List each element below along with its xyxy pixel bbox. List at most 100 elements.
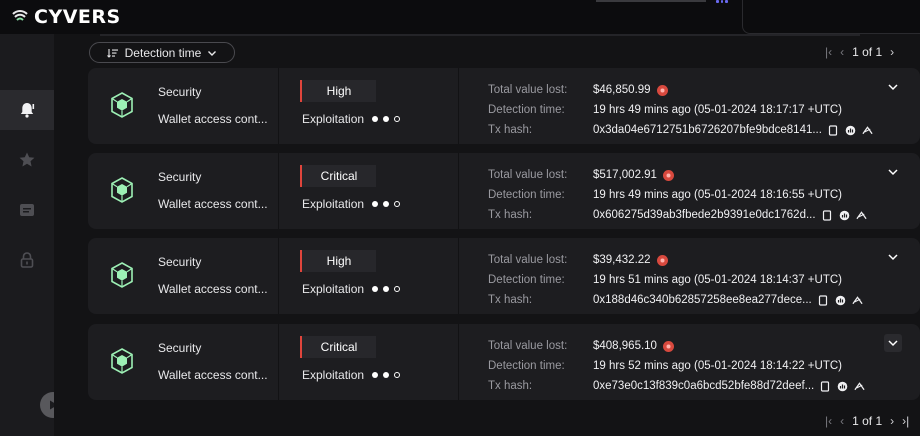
alert-card[interactable]: Security Wallet access cont... High Expl… [88,68,920,144]
detail-labels: Total value lost: Detection time: Tx has… [488,165,567,225]
detail-values: $517,002.91 19 hrs 49 mins ago (05-01-20… [593,165,867,225]
warning-icon [662,169,674,181]
pagination-bottom: |‹ ‹ 1 of 1 › ›| [825,414,909,428]
prev-page-icon[interactable]: ‹ [840,45,844,59]
total-value-lost: $39,432.22 [593,254,651,266]
top-indicator [716,0,729,4]
category-title: Security [158,85,202,99]
category-subtitle: Wallet access cont... [158,112,268,126]
sort-dropdown[interactable]: Detection time [89,42,235,63]
detail-labels: Total value lost: Detection time: Tx has… [488,80,567,140]
lock-icon [20,252,34,268]
chevron-down-icon [888,169,898,176]
attack-phase: Exploitation [302,197,401,211]
alert-category: Security Wallet access cont... [88,238,278,314]
attack-phase: Exploitation [302,282,401,296]
tx-hash-label: Tx hash: [488,380,533,392]
first-page-icon[interactable]: |‹ [825,414,832,428]
tx-hash[interactable]: 0xe73e0c13f839c0a6bcd52bfe88d72deef... [593,376,814,396]
detail-labels: Total value lost: Detection time: Tx has… [488,250,567,310]
severity-badge: High [300,250,376,272]
severity-badge: Critical [300,165,376,187]
investigate-icon[interactable] [852,295,863,306]
phase-progress-dots [372,116,401,122]
chevron-down-icon [888,254,898,261]
sidebar-item-alerts[interactable] [0,90,54,130]
phase-label: Exploitation [302,112,365,126]
detection-time: 19 hrs 49 mins ago (05-01-2024 18:16:55 … [593,189,842,201]
copy-icon[interactable] [828,124,839,136]
phase-label: Exploitation [302,282,365,296]
divider [458,153,459,229]
warning-icon [656,84,668,96]
star-icon [19,152,35,167]
tx-hash-label: Tx hash: [488,294,533,306]
chevron-down-icon [888,84,898,91]
page-indicator: 1 of 1 [852,414,883,428]
explorer-icon[interactable] [835,295,846,306]
category-title: Security [158,170,202,184]
detail-values: $46,850.99 19 hrs 49 mins ago (05-01-202… [593,80,873,140]
sidebar-item-security[interactable] [0,240,54,280]
top-divider [596,0,706,2]
last-page-icon[interactable]: ›| [902,414,909,428]
tx-hash[interactable]: 0x188d46c340b62857258ee8ea277dece... [593,290,812,310]
copy-icon[interactable] [820,380,831,392]
divider [278,324,279,400]
sidebar-item-messages[interactable] [0,190,54,230]
divider [458,238,459,314]
expand-button[interactable] [884,78,902,96]
severity-badge: High [300,80,376,102]
top-bar: CYVERS [0,0,920,34]
detection-time-label: Detection time: [488,274,565,286]
copy-icon[interactable] [822,209,833,221]
sidebar-item-favorites[interactable] [0,140,54,180]
explorer-icon[interactable] [839,210,850,221]
divider [278,68,279,144]
severity-badge: Critical [300,336,376,358]
cube-icon [111,262,133,288]
phase-progress-dots [372,286,401,292]
explorer-icon[interactable] [845,125,856,136]
detection-time: 19 hrs 51 mins ago (05-01-2024 18:14:37 … [593,274,842,286]
expand-button[interactable] [884,163,902,181]
investigate-icon[interactable] [855,210,867,221]
next-page-icon[interactable]: › [890,45,894,59]
tx-hash[interactable]: 0x3da04e6712751b6726207bfe9bdce8141... [593,120,822,140]
sidebar [0,34,66,436]
chevron-down-icon [888,340,898,347]
cube-icon [111,348,133,374]
prev-page-icon[interactable]: ‹ [840,414,844,428]
explorer-icon[interactable] [837,381,848,392]
alert-card[interactable]: Security Wallet access cont... Critical … [88,324,920,400]
tx-hash[interactable]: 0x606275d39ab3fbede2b9391e0dc1762d... [593,205,816,225]
detection-time: 19 hrs 52 mins ago (05-01-2024 18:14:22 … [593,360,842,372]
investigate-icon[interactable] [862,125,873,136]
copy-icon[interactable] [818,294,829,306]
total-value-lost: $46,850.99 [593,84,651,96]
alert-card[interactable]: Security Wallet access cont... High Expl… [88,238,920,314]
warning-icon [656,254,668,266]
investigate-icon[interactable] [854,381,865,392]
tx-hash-label: Tx hash: [488,209,533,221]
category-subtitle: Wallet access cont... [158,197,268,211]
next-page-icon[interactable]: › [890,414,894,428]
detection-time-label: Detection time: [488,360,565,372]
first-page-icon[interactable]: |‹ [825,45,832,59]
attack-phase: Exploitation [302,112,401,126]
divider [458,68,459,144]
category-title: Security [158,341,202,355]
expand-button[interactable] [884,334,902,352]
phase-label: Exploitation [302,368,365,382]
app-name: CYVERS [34,6,121,28]
alert-card[interactable]: Security Wallet access cont... Critical … [88,153,920,229]
app-logo[interactable]: CYVERS [10,6,121,28]
divider [278,153,279,229]
warning-icon [662,340,674,352]
bell-icon [20,103,35,118]
total-value-lost: $517,002.91 [593,169,657,181]
expand-button[interactable] [884,248,902,266]
message-icon [20,204,34,216]
chevron-down-icon [208,50,217,56]
top-search-area[interactable] [742,0,920,34]
